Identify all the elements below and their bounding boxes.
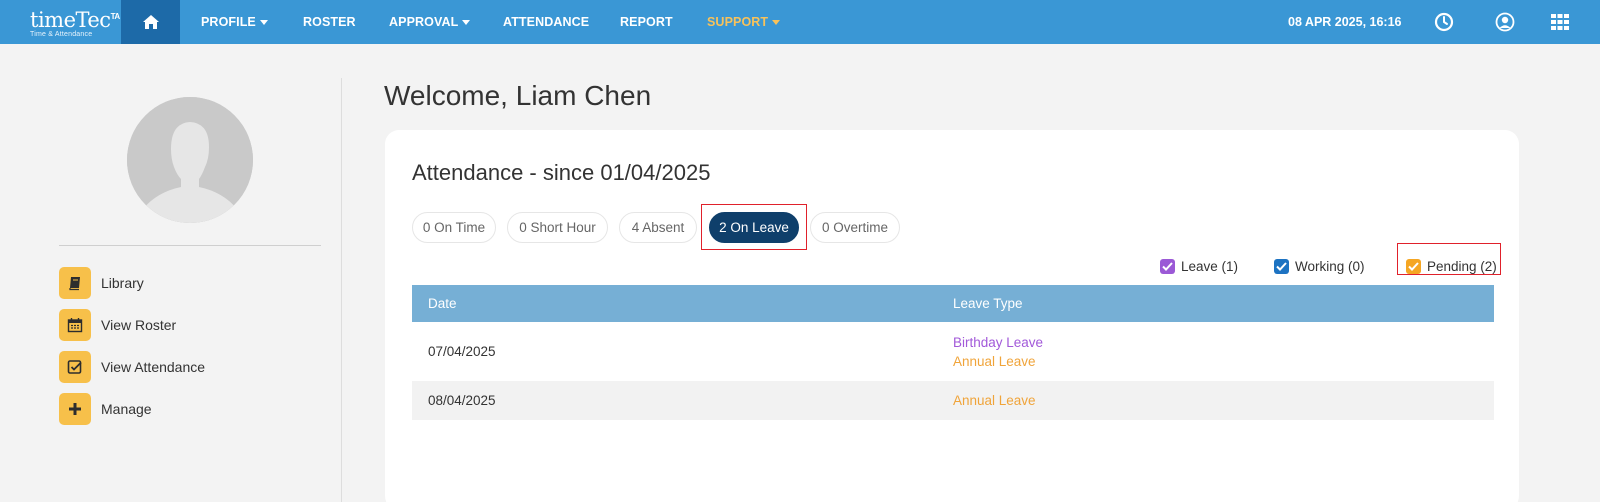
caret-down-icon <box>462 19 471 25</box>
filter-overtime[interactable]: 0 Overtime <box>810 212 900 243</box>
checked-checkbox-icon <box>1160 258 1175 274</box>
page-title: Welcome, Liam Chen <box>384 80 652 111</box>
brand-logo[interactable]: timeTecTA Time & Attendance <box>30 4 120 40</box>
column-header-date[interactable]: Date <box>412 296 953 311</box>
attendance-title: Attendance - since 01/04/2025 <box>412 160 711 185</box>
row-date: 08/04/2025 <box>428 393 496 408</box>
clock-icon <box>1434 12 1454 32</box>
legend-pending[interactable]: Pending (2) <box>1406 256 1497 276</box>
grid-apps-icon <box>1551 14 1569 30</box>
leave-table: Date Leave Type 07/04/2025 Birthday Leav… <box>412 285 1494 420</box>
leave-type-birthday[interactable]: Birthday Leave <box>953 333 1043 352</box>
nav-profile[interactable]: PROFILE <box>201 0 268 44</box>
filter-on-leave[interactable]: 2 On Leave <box>709 212 799 243</box>
checked-checkbox-icon <box>1406 258 1421 274</box>
column-header-leave-type[interactable]: Leave Type <box>953 296 1023 311</box>
checked-checkbox-icon <box>1274 258 1289 274</box>
sidebar-item-view-roster[interactable]: View Roster <box>59 309 176 341</box>
nav-report[interactable]: REPORT <box>620 0 673 44</box>
table-header: Date Leave Type <box>412 285 1494 322</box>
current-datetime: 08 APR 2025, 16:16 <box>1288 15 1402 29</box>
top-navbar: timeTecTA Time & Attendance PROFILE ROST… <box>0 0 1600 44</box>
filter-absent[interactable]: 4 Absent <box>619 212 697 243</box>
sidebar-item-label: Library <box>101 275 144 291</box>
sidebar-divider <box>341 78 342 502</box>
user-circle-icon <box>1495 12 1515 32</box>
nav-roster[interactable]: ROSTER <box>303 0 356 44</box>
avatar[interactable] <box>127 97 253 223</box>
brand-sup: TA <box>110 12 121 21</box>
brand-name: timeTec <box>30 8 111 32</box>
sidebar-item-view-attendance[interactable]: View Attendance <box>59 351 205 383</box>
sidebar-item-label: Manage <box>101 401 152 417</box>
calendar-icon <box>67 318 83 333</box>
sidebar-item-library[interactable]: Library <box>59 267 144 299</box>
leave-type-annual[interactable]: Annual Leave <box>953 352 1043 371</box>
caret-down-icon <box>772 19 781 25</box>
user-silhouette-icon <box>127 97 253 223</box>
table-row[interactable]: 07/04/2025 Birthday Leave Annual Leave <box>412 322 1494 381</box>
apps-button[interactable] <box>1550 12 1570 32</box>
leave-types-cell: Birthday Leave Annual Leave <box>953 333 1043 371</box>
nav-attendance[interactable]: ATTENDANCE <box>503 0 589 44</box>
filter-on-time[interactable]: 0 On Time <box>412 212 496 243</box>
leave-types-cell: Annual Leave <box>953 391 1036 410</box>
user-account-button[interactable] <box>1495 12 1515 32</box>
checkbox-icon <box>67 360 82 374</box>
nav-approval[interactable]: APPROVAL <box>389 0 471 44</box>
sidebar-item-manage[interactable]: Manage <box>59 393 152 425</box>
sidebar-item-label: View Roster <box>101 317 177 333</box>
clock-button[interactable] <box>1434 12 1454 32</box>
legend-working[interactable]: Working (0) <box>1274 256 1365 276</box>
sidebar-separator <box>59 245 321 246</box>
attendance-card: Attendance - since 01/04/2025 0 On Time … <box>385 130 1519 502</box>
home-button[interactable] <box>121 0 180 44</box>
leave-type-annual[interactable]: Annual Leave <box>953 391 1036 410</box>
caret-down-icon <box>259 19 268 25</box>
filter-short-hour[interactable]: 0 Short Hour <box>507 212 608 243</box>
legend-leave[interactable]: Leave (1) <box>1160 256 1238 276</box>
table-row[interactable]: 08/04/2025 Annual Leave <box>412 381 1494 420</box>
sidebar-item-label: View Attendance <box>101 359 206 375</box>
plus-icon <box>69 403 81 415</box>
row-date: 07/04/2025 <box>428 344 496 359</box>
nav-support[interactable]: SUPPORT <box>707 0 781 44</box>
home-icon <box>142 15 159 29</box>
book-icon <box>69 277 80 291</box>
